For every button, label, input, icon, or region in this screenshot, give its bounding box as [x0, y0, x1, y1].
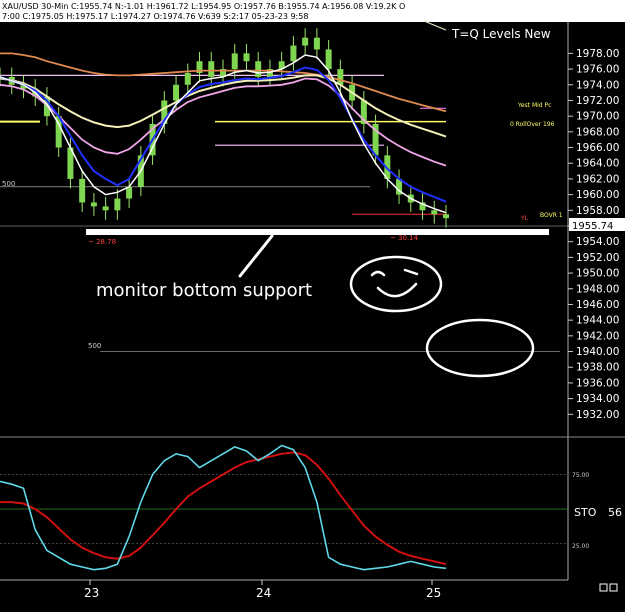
sto-tick-75: 75.00	[572, 472, 589, 479]
price-tick-label: 1946.00	[576, 299, 619, 311]
price-tick-label: 1936.00	[576, 377, 619, 389]
price-tick-label: 1938.00	[576, 362, 619, 374]
price-tick-label: 1978.00	[576, 48, 619, 60]
price-tick-label: 1954.00	[576, 236, 619, 248]
level-500-upper: 500	[2, 180, 15, 188]
price-body	[208, 61, 215, 77]
x-tick-label: 23	[84, 586, 99, 600]
bovr-label: BOVR 1	[540, 212, 563, 219]
price-tick-label: 1942.00	[576, 330, 619, 342]
legend-swatch	[423, 20, 447, 31]
price-body	[243, 53, 250, 62]
price-body	[443, 214, 449, 219]
price-body	[255, 61, 262, 77]
price-tick-label: 1952.00	[576, 252, 619, 264]
price-tick-label: 1934.00	[576, 393, 619, 405]
price-body	[302, 37, 309, 46]
sto-value: 56	[608, 506, 622, 519]
price-body	[325, 49, 332, 70]
price-body	[90, 202, 97, 207]
support-note: monitor bottom support	[96, 280, 312, 301]
yl-label: YL	[520, 215, 529, 222]
price-tick-label: 1972.00	[576, 95, 619, 107]
restore-button[interactable]	[599, 583, 608, 592]
x-axis: 23 24 25	[84, 580, 441, 600]
price-body	[290, 45, 297, 62]
price-tick-label: 1962.00	[576, 173, 619, 185]
price-tick-label: 1976.00	[576, 64, 619, 76]
ema-cream-line	[0, 74, 447, 138]
header-line1: XAU/USD 30-Min C:1955.74 N:-1.01 H:1961.…	[2, 2, 405, 11]
price-tick-label: 1932.00	[576, 409, 619, 421]
price-tick-label: 1968.00	[576, 126, 619, 138]
sto-d-line	[0, 451, 447, 566]
smiley-face-icon	[349, 255, 443, 313]
price-body	[79, 178, 86, 203]
price-tick-label: 1940.00	[576, 346, 619, 358]
smiley-features	[370, 268, 419, 298]
price-series	[0, 28, 449, 228]
price-body	[102, 206, 109, 211]
price-body	[184, 73, 191, 85]
x-tick-label: 24	[256, 586, 271, 600]
price-tick-label: 1944.00	[576, 315, 619, 327]
price-levels	[0, 74, 568, 352]
sto-tick-25: 25.00	[572, 543, 589, 550]
price-body	[173, 84, 180, 101]
left-low-label: ~ 28.78	[88, 238, 116, 246]
price-tick-label: 1974.00	[576, 79, 619, 91]
chart-window: XAU/USD 30-Min C:1955.74 N:-1.01 H:1961.…	[0, 0, 625, 612]
rollover-label: 0 RollOver 196	[510, 121, 555, 128]
sto-series	[0, 444, 568, 571]
price-tick-label: 1958.00	[576, 205, 619, 217]
right-low-label: ~ 30.14	[390, 234, 419, 242]
ema-blue-line	[0, 66, 447, 203]
price-tick-label: 1948.00	[576, 283, 619, 295]
price-body	[114, 198, 121, 211]
legend-label: T=Q Levels New	[451, 27, 551, 41]
price-tick-label: 1970.00	[576, 111, 619, 123]
price-tick-label: 1964.00	[576, 158, 619, 170]
x-tick-label: 25	[426, 586, 441, 600]
header-line2: 7:00 C:1975.05 H:1975.17 L:1974.27 O:197…	[2, 12, 308, 21]
support-pointer	[238, 234, 274, 278]
maximize-button[interactable]	[609, 583, 618, 592]
target-ellipse	[425, 318, 535, 378]
price-tick-label: 1966.00	[576, 142, 619, 154]
last-price-value: 1955.74	[572, 221, 613, 232]
yest-mid-label: Yest Mid Pc	[517, 102, 551, 109]
price-body	[337, 69, 344, 85]
price-body	[431, 210, 438, 215]
price-tick-label: 1950.00	[576, 268, 619, 280]
sto-label: STO	[574, 506, 597, 519]
support-bar	[86, 229, 549, 235]
price-axis: 1978.00 1976.00 1974.00 1972.00 1970.00 1968.…	[568, 48, 619, 421]
price-body	[313, 37, 320, 50]
price-tick-label: 1960.00	[576, 189, 619, 201]
level-500-lower: 500	[88, 342, 101, 350]
chart-svg: XAU/USD 30-Min C:1955.74 N:-1.01 H:1961.…	[0, 0, 625, 600]
price-body	[231, 53, 238, 70]
sto-k-line	[0, 444, 447, 571]
